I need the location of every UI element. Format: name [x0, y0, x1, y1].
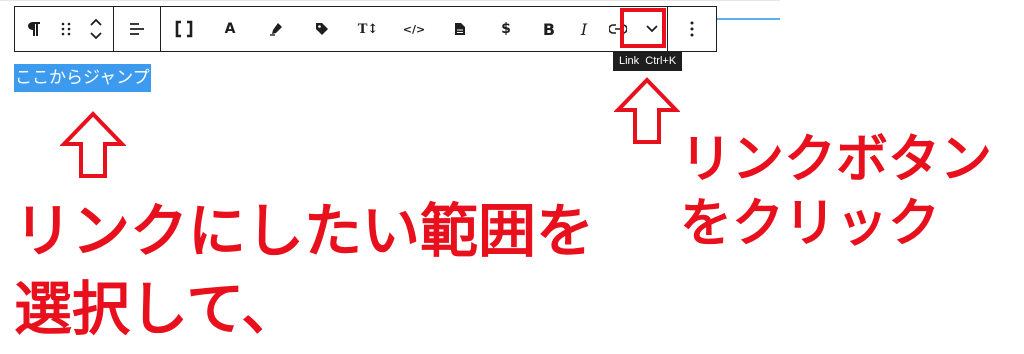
font-a-icon: A: [224, 21, 236, 37]
toolbar-group-format: A T↕ </> $ B I: [161, 7, 668, 51]
font-size-button[interactable]: T↕: [345, 7, 391, 51]
align-button[interactable]: [114, 7, 160, 51]
code-button[interactable]: </>: [391, 7, 437, 51]
document-button[interactable]: [437, 7, 483, 51]
dollar-button[interactable]: $: [483, 7, 529, 51]
selected-text[interactable]: ここからジャンプ: [14, 64, 151, 92]
move-up-down-button[interactable]: [79, 7, 113, 51]
annotation-select-range: リンクにしたい範囲を 選択して、: [14, 192, 594, 348]
up-arrow-left-icon: [60, 111, 126, 178]
tag-icon: [316, 23, 328, 35]
editor-top-border: [0, 0, 780, 1]
marker-icon: [270, 23, 282, 36]
pilcrow-icon: [28, 22, 40, 36]
more-rich-text-button[interactable]: [637, 7, 667, 51]
tag-button[interactable]: [299, 7, 345, 51]
font-button[interactable]: A: [207, 7, 253, 51]
document-icon: [455, 23, 465, 35]
brackets-icon: [175, 20, 193, 38]
block-toolbar: A T↕ </> $ B I: [14, 6, 717, 52]
italic-icon: I: [580, 19, 588, 39]
drag-handle-icon: [61, 22, 71, 36]
italic-button[interactable]: I: [569, 7, 599, 51]
align-left-icon: [130, 23, 144, 35]
vertical-ellipsis-icon: [690, 21, 694, 37]
chevron-down-icon: [646, 25, 658, 33]
shortcode-button[interactable]: [161, 7, 207, 51]
toolbar-group-options: [668, 7, 716, 51]
up-arrow-right-icon: [614, 77, 680, 144]
annotation-left-line1: リンクにしたい範囲を: [14, 197, 595, 265]
link-button[interactable]: [599, 7, 637, 51]
bold-icon: B: [542, 19, 556, 39]
font-size-icon: T↕: [357, 21, 379, 37]
annotation-left-line2: 選択して、: [14, 275, 300, 343]
bold-button[interactable]: B: [529, 7, 569, 51]
drag-handle-button[interactable]: [53, 7, 79, 51]
annotation-link-button: リンクボタン をクリック: [680, 128, 992, 256]
code-icon: </>: [402, 22, 426, 36]
link-tooltip: Link Ctrl+K: [613, 51, 683, 71]
chevron-up-down-icon: [90, 18, 102, 40]
dollar-icon: $: [501, 21, 511, 37]
highlight-button[interactable]: [253, 7, 299, 51]
options-button[interactable]: [668, 7, 716, 51]
annotation-right-line1: リンクボタン: [680, 130, 993, 190]
toolbar-group-align: [114, 7, 161, 51]
paragraph-button[interactable]: [15, 7, 53, 51]
toolbar-group-block: [15, 7, 114, 51]
annotation-right-line2: をクリック: [680, 194, 941, 254]
link-icon: [609, 24, 627, 34]
